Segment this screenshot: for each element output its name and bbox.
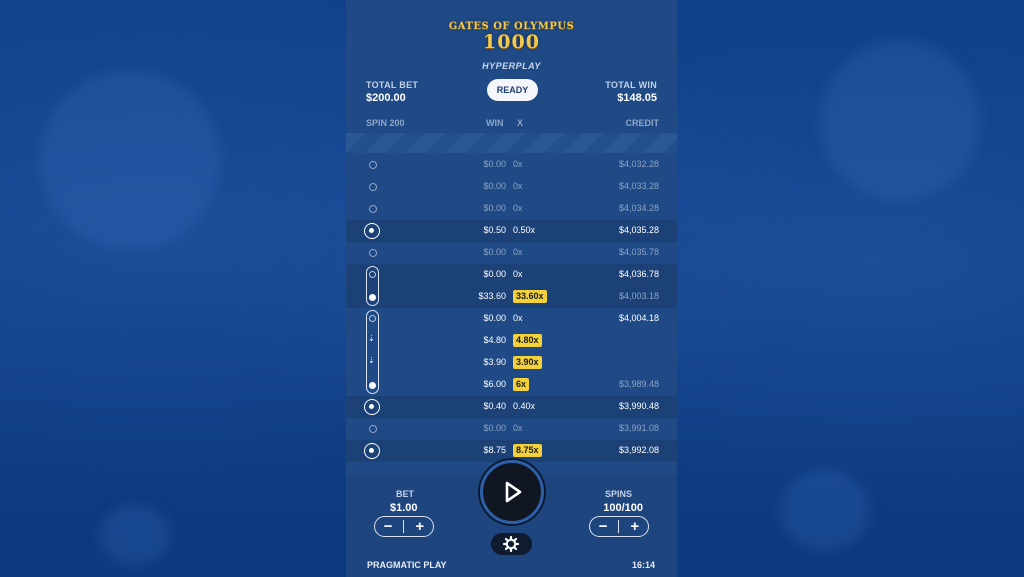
multiplier-badge: 8.75x — [513, 444, 542, 457]
spin-marker-small — [369, 425, 377, 433]
column-headers: SPIN 200 WIN X CREDIT — [346, 118, 677, 130]
multiplier-badge: 6x — [513, 378, 530, 391]
row-multiplier: 0x — [513, 313, 523, 323]
bet-minus-button[interactable]: − — [377, 518, 399, 536]
row-multiplier: 0.40x — [513, 401, 536, 411]
history-row: ⇣ $3.90 3.90x — [346, 352, 677, 374]
game-logo: GATES OF OLYMPUS 1000 — [346, 22, 677, 53]
history-row: $0.00 0x $4,004.18 — [346, 308, 677, 330]
row-win: $0.00 — [483, 159, 506, 169]
total-win-value: $148.05 — [617, 92, 657, 104]
row-win: $8.75 — [483, 445, 506, 455]
row-win: $6.00 — [483, 379, 506, 389]
logo-number: 1000 — [483, 31, 540, 53]
row-credit: $4,036.78 — [618, 269, 659, 279]
spin-marker-small — [369, 183, 377, 191]
history-row: ⇣ $4.80 4.80x — [346, 330, 677, 352]
bet-stepper: − + — [374, 516, 434, 537]
tumble-group-outline — [366, 310, 379, 394]
row-win: $0.00 — [483, 181, 506, 191]
spins-stepper: − + — [589, 516, 649, 537]
total-bet: TOTAL BET $200.00 — [366, 80, 418, 104]
row-credit: $4,034.28 — [618, 203, 659, 213]
spins-label: SPINS — [604, 489, 632, 499]
row-win: $3.90 — [483, 357, 506, 367]
col-credit: CREDIT — [625, 118, 660, 128]
header-stripe — [346, 133, 677, 153]
spins-plus-button[interactable]: + — [624, 518, 646, 536]
history-row: $0.50 0.50x $4,035.28 — [346, 220, 677, 242]
ready-button[interactable]: READY — [487, 79, 538, 101]
clock: 16:14 — [631, 560, 655, 570]
total-bet-label: TOTAL BET — [366, 80, 419, 90]
row-multiplier: 0x — [513, 269, 523, 279]
row-credit: $4,035.28 — [618, 225, 659, 235]
play-button[interactable] — [480, 460, 544, 524]
total-win-label: TOTAL WIN — [605, 80, 657, 90]
row-multiplier: 0x — [513, 159, 523, 169]
bet-value: $1.00 — [390, 502, 418, 514]
total-win: TOTAL WIN $148.05 — [605, 80, 657, 104]
spins-value: 100/100 — [603, 502, 643, 514]
history-row: $0.00 0x $4,032.28 — [346, 154, 677, 176]
spin-marker-small — [369, 249, 377, 257]
history-row: $0.40 0.40x $3,990.48 — [346, 396, 677, 418]
history-row: $0.00 0x $4,035.78 — [346, 242, 677, 264]
multiplier-badge: 33.60x — [513, 290, 547, 303]
row-multiplier: 0x — [513, 423, 523, 433]
row-multiplier: 0x — [513, 247, 523, 257]
spin-marker-small — [369, 161, 377, 169]
history-row: $0.00 0x $4,033.28 — [346, 176, 677, 198]
row-credit: $4,004.18 — [618, 313, 659, 323]
row-credit: $3,992.08 — [618, 445, 659, 455]
history-row: $6.00 6x $3,989.48 — [346, 374, 677, 396]
row-win: $0.00 — [483, 203, 506, 213]
row-credit: $4,032.28 — [618, 159, 659, 169]
row-multiplier: 0x — [513, 181, 523, 191]
tumble-group-outline — [366, 266, 379, 306]
spin-marker-small — [369, 205, 377, 213]
spin-history-list[interactable]: $0.00 0x $4,032.28 $0.00 0x $4,033.28 $0.00 0x $… — [346, 154, 677, 474]
row-win: $33.60 — [478, 291, 506, 301]
spins-minus-button[interactable]: − — [592, 518, 614, 536]
col-x: X — [517, 118, 524, 128]
row-win: $0.00 — [483, 423, 506, 433]
col-win: WIN — [486, 118, 504, 128]
bet-label: BET — [396, 489, 414, 499]
row-credit: $4,033.28 — [618, 181, 659, 191]
row-credit: $3,990.48 — [618, 401, 659, 411]
multiplier-badge: 4.80x — [513, 334, 542, 347]
spin-marker-selected[interactable] — [364, 399, 380, 415]
row-credit: $3,991.08 — [618, 423, 659, 433]
spin-marker-selected[interactable] — [364, 443, 380, 459]
row-multiplier: 0x — [513, 203, 523, 213]
row-win: $0.00 — [483, 269, 506, 279]
row-win: $4.80 — [483, 335, 506, 345]
gear-icon — [503, 536, 519, 552]
row-win: $0.00 — [483, 247, 506, 257]
row-multiplier: 0.50x — [513, 225, 536, 235]
row-win: $0.50 — [483, 225, 506, 235]
control-bar: BET $1.00 − + SPINS 100/100 − + PRAGMATI… — [346, 460, 677, 577]
history-row: $8.75 8.75x $3,992.08 — [346, 440, 677, 462]
row-win: $0.40 — [483, 401, 506, 411]
history-row: $0.00 0x $4,034.28 — [346, 198, 677, 220]
row-win: $0.00 — [483, 313, 506, 323]
history-row: $0.00 0x $3,991.08 — [346, 418, 677, 440]
bet-plus-button[interactable]: + — [409, 518, 431, 536]
provider-brand: PRAGMATIC PLAY — [367, 560, 447, 570]
row-credit: $4,035.78 — [618, 247, 659, 257]
row-credit: $3,989.48 — [618, 379, 659, 389]
spin-history-panel: GATES OF OLYMPUS 1000 HYPERPLAY TOTAL BE… — [346, 0, 677, 577]
multiplier-badge: 3.90x — [513, 356, 542, 369]
col-spin: SPIN 200 — [366, 118, 405, 128]
row-credit: $4,003.18 — [618, 291, 659, 301]
settings-button[interactable] — [491, 533, 532, 555]
play-icon — [505, 481, 522, 503]
spin-marker-selected[interactable] — [364, 223, 380, 239]
total-bet-value: $200.00 — [366, 92, 406, 104]
hyperplay-label: HYPERPLAY — [482, 61, 541, 71]
history-row: $0.00 0x $4,036.78 — [346, 264, 677, 286]
history-row: $33.60 33.60x $4,003.18 — [346, 286, 677, 308]
